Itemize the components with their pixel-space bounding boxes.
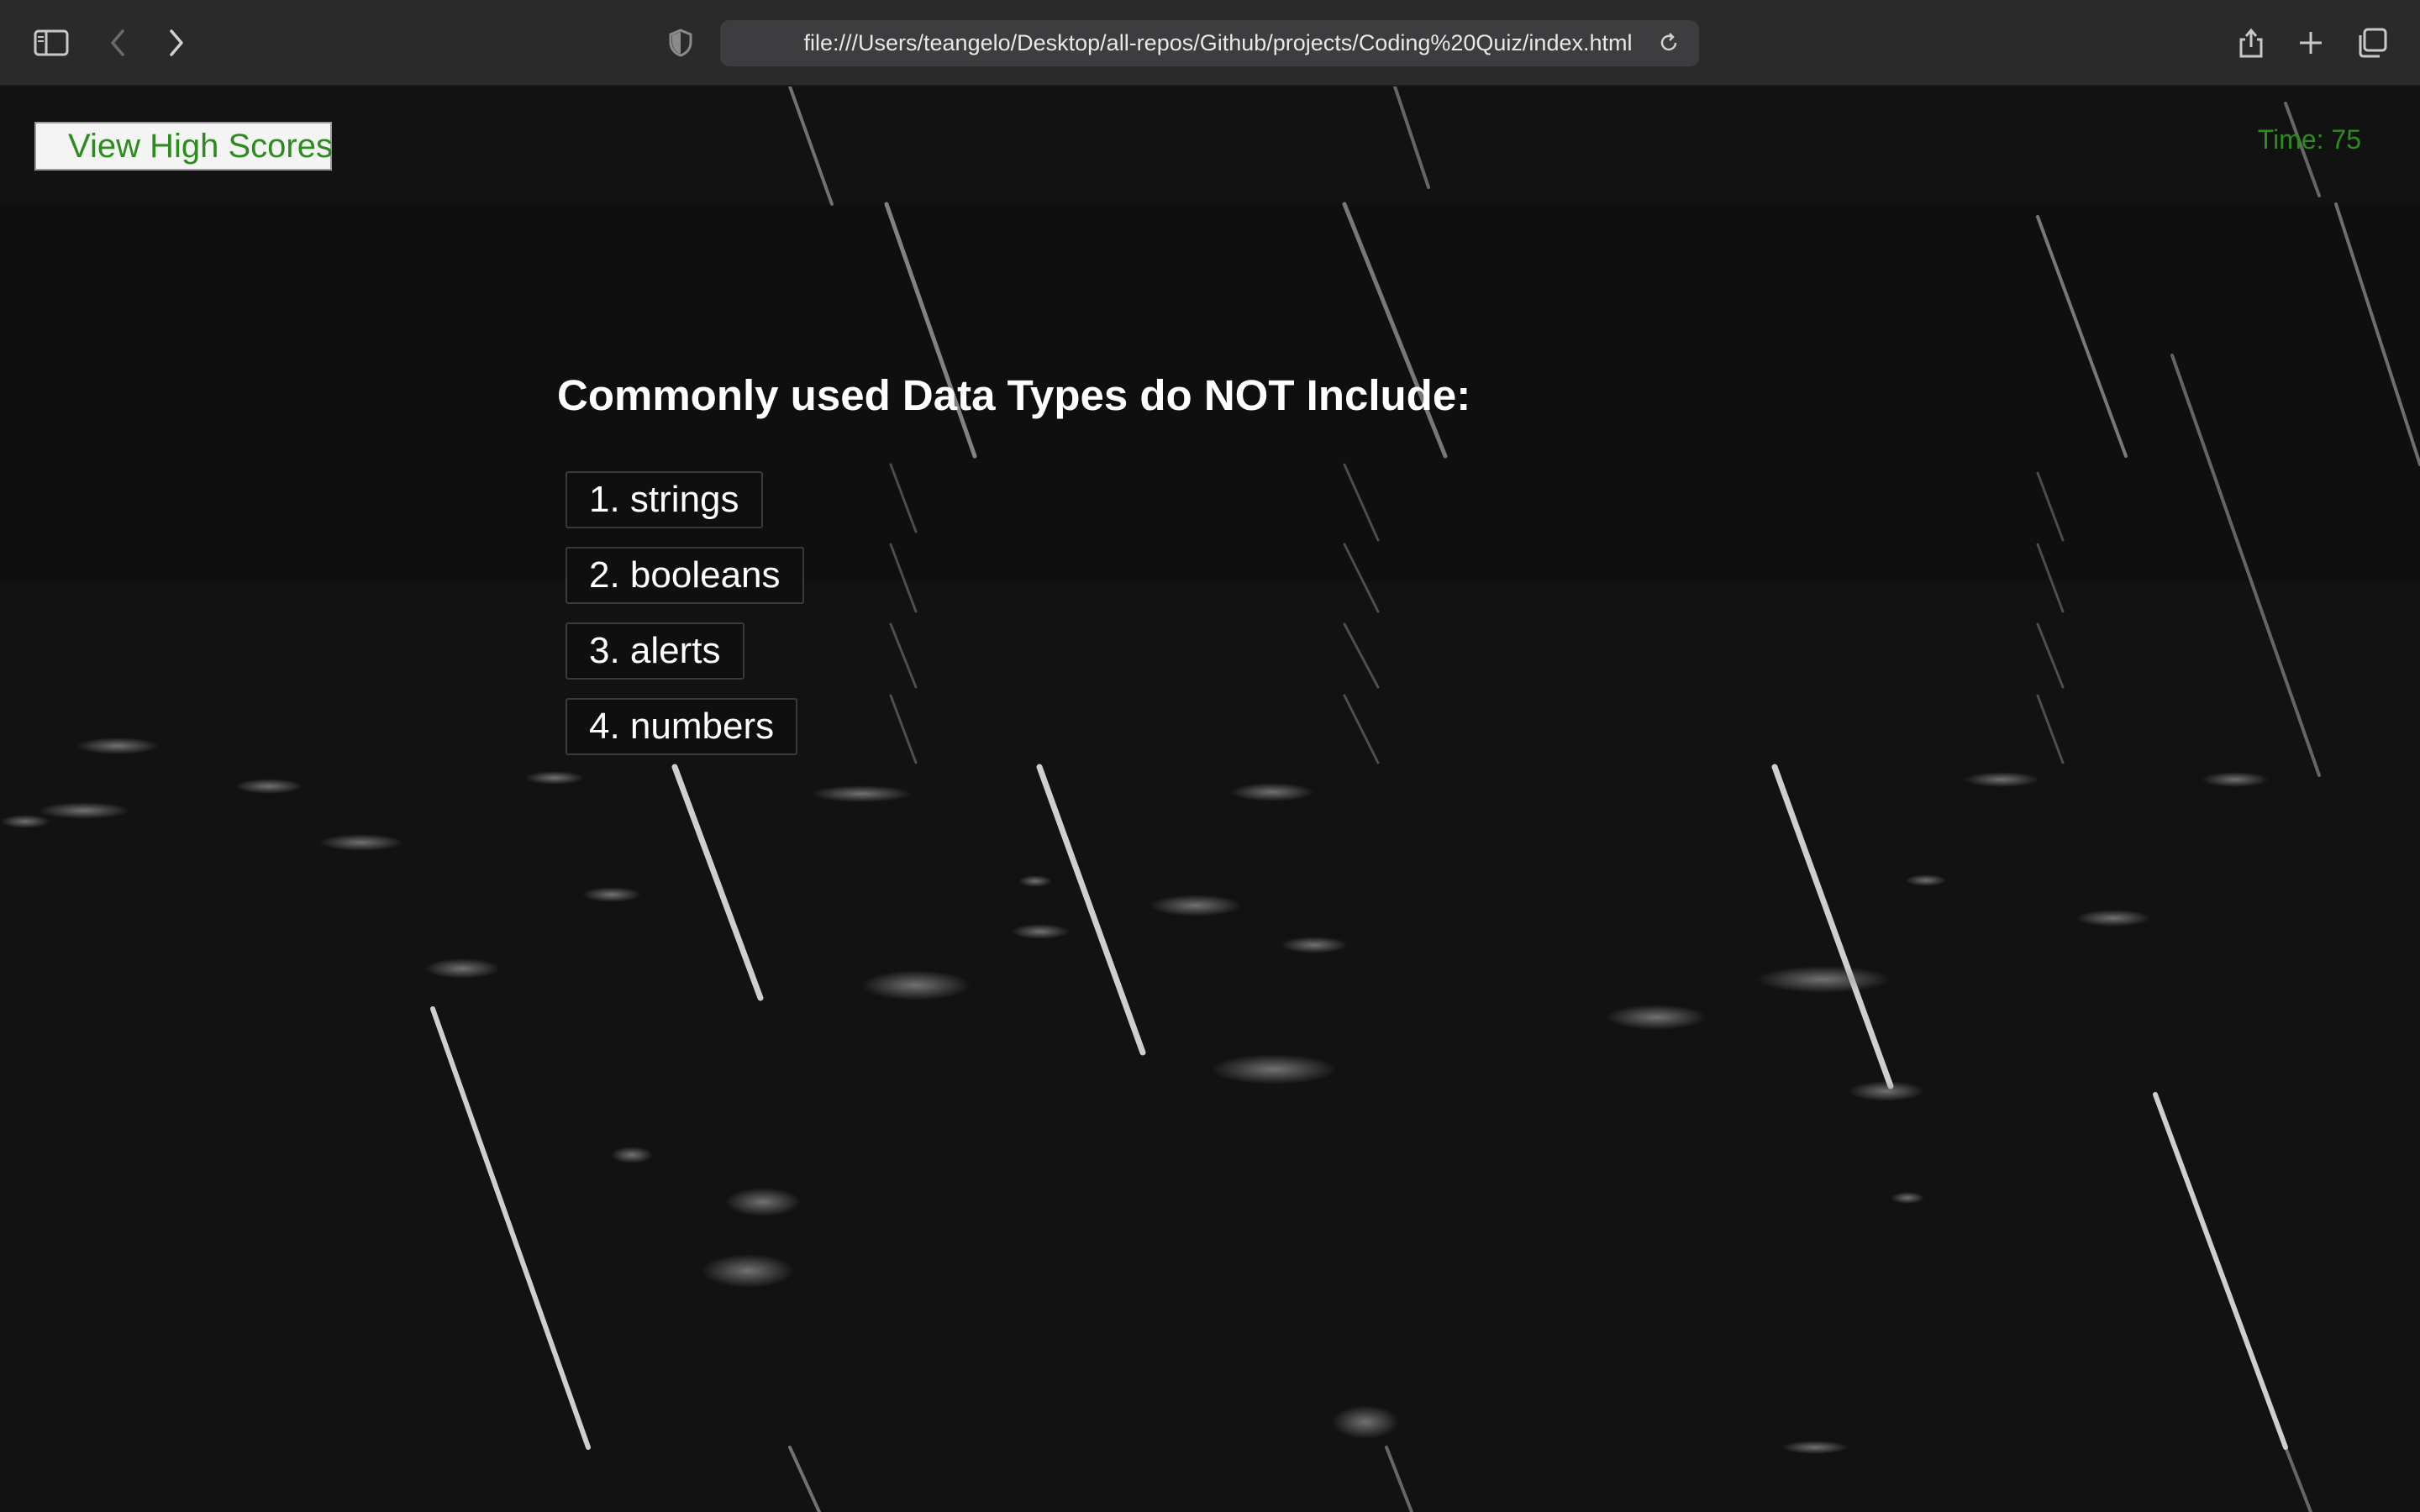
view-high-scores-button[interactable]: View High Scores: [34, 122, 333, 171]
chevron-right-icon[interactable]: [156, 24, 197, 62]
plus-icon[interactable]: [2291, 24, 2331, 62]
answer-choice-1[interactable]: 1. strings: [566, 471, 763, 528]
answer-choice-4[interactable]: 4. numbers: [566, 698, 798, 755]
tab-overview-icon[interactable]: [2352, 24, 2392, 62]
page-viewport: View High Scores Time: 75 Commonly used …: [0, 87, 2420, 1512]
rain-background: [0, 87, 2420, 1512]
share-icon[interactable]: [2231, 24, 2271, 62]
reload-icon[interactable]: [1649, 24, 1689, 62]
question-title: Commonly used Data Types do NOT Include:: [557, 371, 1471, 419]
sidebar-icon[interactable]: [31, 24, 71, 62]
answer-choice-3[interactable]: 3. alerts: [566, 622, 744, 680]
chevron-left-icon[interactable]: [97, 24, 138, 62]
browser-toolbar: file:///Users/teangelo/Desktop/all-repos…: [0, 0, 2420, 87]
address-bar[interactable]: file:///Users/teangelo/Desktop/all-repos…: [720, 20, 1699, 66]
url-text[interactable]: file:///Users/teangelo/Desktop/all-repos…: [787, 20, 1649, 66]
shield-icon[interactable]: [660, 24, 701, 62]
timer: Time: 75: [2257, 124, 2361, 155]
answer-choice-2[interactable]: 2. booleans: [566, 547, 804, 604]
